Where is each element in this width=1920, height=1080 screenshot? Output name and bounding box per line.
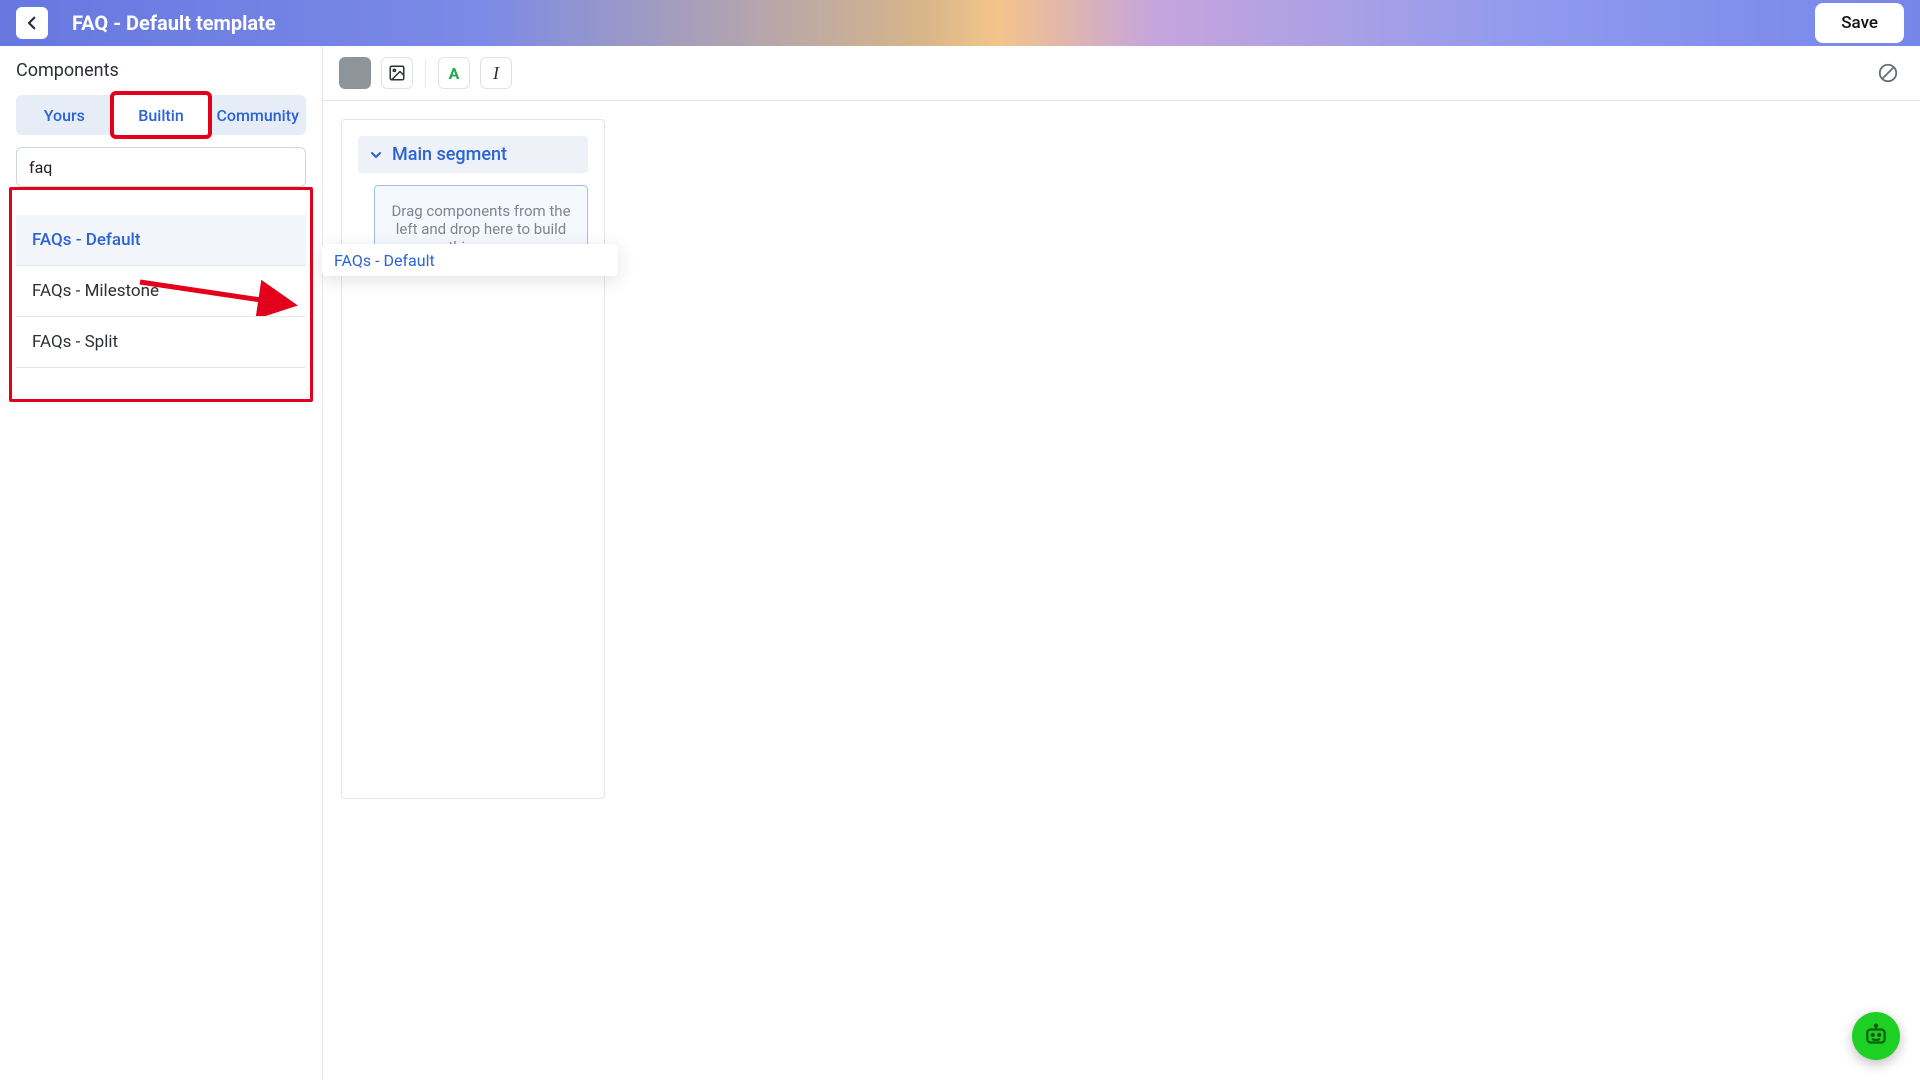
- image-tool-button[interactable]: [381, 57, 413, 89]
- result-faqs-milestone[interactable]: FAQs - Milestone: [16, 266, 306, 317]
- segment-dropzone[interactable]: Drag components from the left and drop h…: [374, 185, 588, 275]
- tab-yours[interactable]: Yours: [16, 95, 113, 135]
- image-icon: [388, 64, 406, 82]
- no-symbol-icon: [1877, 62, 1899, 84]
- editor-toolbar: A I: [323, 46, 1920, 101]
- component-source-tabs: Yours Builtin Community: [16, 95, 306, 135]
- chevron-down-icon: [368, 147, 384, 163]
- back-button[interactable]: [16, 7, 48, 39]
- editor-main: A I Main segment Drag components from th…: [323, 46, 1920, 1080]
- chatbot-icon: [1863, 1023, 1889, 1049]
- tab-builtin[interactable]: Builtin: [113, 95, 210, 135]
- toolbar-divider: [425, 59, 426, 87]
- canvas-page: Main segment Drag components from the le…: [341, 119, 605, 799]
- background-color-swatch[interactable]: [339, 57, 371, 89]
- segment-title: Main segment: [392, 144, 507, 165]
- tab-community[interactable]: Community: [209, 95, 306, 135]
- page-title: FAQ - Default template: [72, 11, 1815, 35]
- components-sidebar: Components Yours Builtin Community FAQs …: [0, 46, 323, 1080]
- app-header: FAQ - Default template Save: [0, 0, 1920, 46]
- component-search-input[interactable]: [16, 147, 306, 187]
- italic-icon: I: [493, 63, 499, 84]
- text-color-icon: A: [449, 64, 460, 83]
- search-results: FAQs - Default FAQs - Milestone FAQs - S…: [16, 215, 306, 368]
- italic-button[interactable]: I: [480, 57, 512, 89]
- clear-formatting-button[interactable]: [1872, 57, 1904, 89]
- sidebar-title: Components: [16, 60, 306, 81]
- segment-header[interactable]: Main segment: [358, 136, 588, 173]
- help-chat-fab[interactable]: [1852, 1012, 1900, 1060]
- result-faqs-split[interactable]: FAQs - Split: [16, 317, 306, 368]
- canvas-area: Main segment Drag components from the le…: [323, 101, 1920, 1080]
- text-color-button[interactable]: A: [438, 57, 470, 89]
- result-faqs-default[interactable]: FAQs - Default: [16, 215, 306, 266]
- save-button[interactable]: Save: [1815, 3, 1904, 43]
